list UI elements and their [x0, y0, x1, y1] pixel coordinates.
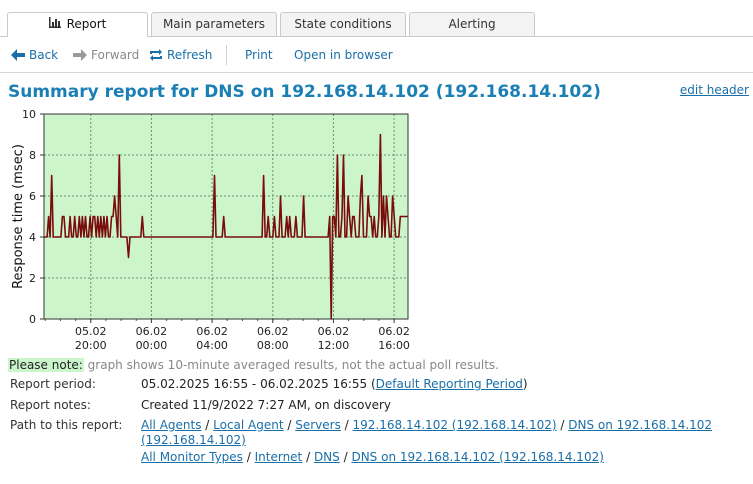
path-separator: /	[302, 450, 314, 464]
path-separator: /	[283, 418, 296, 432]
tab-state-conditions[interactable]: State conditions	[280, 12, 406, 36]
path-separator: /	[242, 450, 255, 464]
forward-button[interactable]: Forward	[73, 48, 139, 62]
path-link[interactable]: Internet	[255, 450, 303, 464]
arrow-right-icon	[73, 49, 87, 61]
x-tick-label-time: 12:00	[318, 339, 350, 352]
arrow-left-icon	[11, 49, 25, 61]
x-tick-label-date: 06.02	[136, 325, 168, 338]
note-text: graph shows 10-minute averaged results, …	[83, 358, 499, 372]
graph-note: Please note: graph shows 10-minute avera…	[8, 358, 499, 372]
x-tick-label-time: 16:00	[378, 339, 410, 352]
report-period-value: 05.02.2025 16:55 - 06.02.2025 16:55 (Def…	[141, 377, 746, 392]
response-time-chart: 024681005.0220:0006.0200:0006.0204:0006.…	[11, 108, 410, 352]
x-tick-label-date: 05.02	[75, 325, 107, 338]
tab-report[interactable]: Report	[7, 12, 148, 37]
toolbar-separator	[226, 45, 227, 65]
path-link[interactable]: All Monitor Types	[141, 450, 243, 464]
report-period-text: 05.02.2025 16:55 - 06.02.2025 16:55 (	[141, 377, 376, 391]
path-link[interactable]: DNS on 192.168.14.102 (192.168.14.102)	[351, 450, 603, 464]
path-link[interactable]: Local Agent	[213, 418, 283, 432]
refresh-icon	[150, 49, 162, 61]
print-button[interactable]: Print	[245, 48, 273, 62]
path-separator: /	[339, 450, 352, 464]
path-line-2: All Monitor Types / Internet / DNS / DNS…	[141, 450, 746, 465]
toolbar: Back Forward Refresh Print Open in brows…	[0, 37, 753, 73]
report-period-close: )	[522, 377, 528, 391]
path-link[interactable]: All Agents	[141, 418, 201, 432]
tab-state-conditions-label: State conditions	[294, 17, 392, 31]
x-tick-label-date: 06.02	[196, 325, 228, 338]
path-separator: /	[556, 418, 569, 432]
bar-chart-icon	[48, 13, 61, 36]
y-tick-label: 2	[29, 272, 36, 285]
x-tick-label-date: 06.02	[378, 325, 410, 338]
report-period-label: Report period:	[10, 377, 96, 391]
report-path-label: Path to this report:	[10, 418, 123, 432]
report-path-value: All Agents / Local Agent / Servers / 192…	[141, 418, 746, 465]
report-notes-label: Report notes:	[10, 398, 91, 412]
tab-alerting[interactable]: Alerting	[409, 12, 535, 36]
x-tick-label-date: 06.02	[318, 325, 350, 338]
path-link[interactable]: DNS	[314, 450, 340, 464]
y-tick-label: 10	[22, 108, 36, 121]
path-line-1: All Agents / Local Agent / Servers / 192…	[141, 418, 746, 448]
forward-label: Forward	[91, 48, 140, 62]
refresh-label: Refresh	[167, 48, 213, 62]
back-button[interactable]: Back	[11, 48, 58, 62]
tab-main-parameters-label: Main parameters	[162, 17, 266, 31]
tab-report-label: Report	[66, 17, 107, 31]
y-tick-label: 8	[29, 149, 36, 162]
default-reporting-period-link[interactable]: Default Reporting Period	[376, 377, 523, 391]
open-in-browser-button[interactable]: Open in browser	[294, 48, 393, 62]
x-tick-label-date: 06.02	[257, 325, 289, 338]
x-tick-label-time: 08:00	[257, 339, 289, 352]
y-tick-label: 0	[29, 313, 36, 326]
path-link[interactable]: Servers	[295, 418, 341, 432]
x-tick-label-time: 00:00	[136, 339, 168, 352]
back-label: Back	[29, 48, 59, 62]
page-title: Summary report for DNS on 192.168.14.102…	[8, 82, 601, 102]
y-tick-label: 6	[29, 190, 36, 203]
note-label: Please note:	[8, 358, 84, 372]
x-tick-label-time: 04:00	[196, 339, 228, 352]
path-link[interactable]: 192.168.14.102 (192.168.14.102)	[353, 418, 557, 432]
edit-header-link[interactable]: edit header	[680, 83, 749, 97]
tab-main-parameters[interactable]: Main parameters	[151, 12, 277, 36]
refresh-button[interactable]: Refresh	[149, 48, 212, 62]
path-separator: /	[201, 418, 214, 432]
path-separator: /	[340, 418, 353, 432]
report-notes-value: Created 11/9/2022 7:27 AM, on discovery	[141, 398, 392, 412]
y-axis-label: Response time (msec)	[11, 144, 26, 289]
tab-alerting-label: Alerting	[448, 17, 496, 31]
tab-bar: Report Main parameters State conditions …	[0, 0, 753, 37]
y-tick-label: 4	[29, 231, 36, 244]
x-tick-label-time: 20:00	[75, 339, 107, 352]
